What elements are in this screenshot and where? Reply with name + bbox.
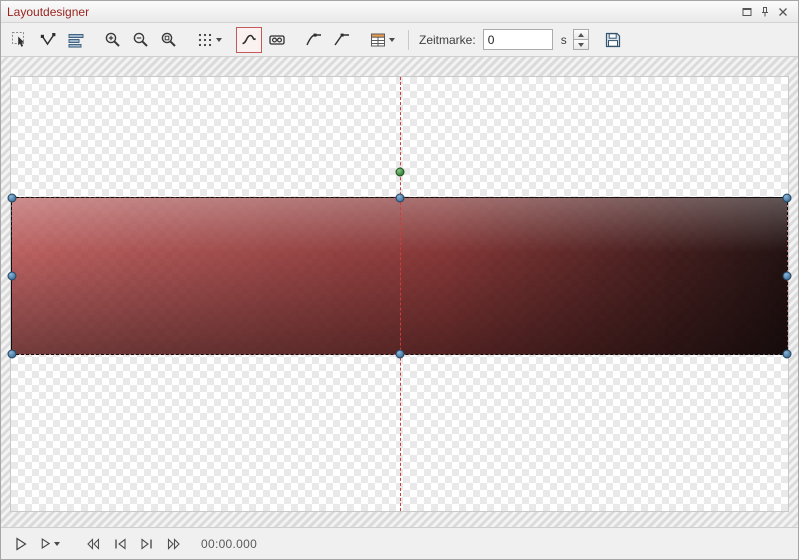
smooth-curve-icon: [305, 31, 323, 49]
resize-handle-top-center[interactable]: [395, 194, 404, 203]
close-icon: [777, 6, 789, 18]
camera-icon: [268, 31, 286, 49]
camera-pan-button[interactable]: [264, 27, 290, 53]
transport-bar: 00:00.000: [1, 527, 798, 559]
play-button[interactable]: [9, 532, 33, 556]
spinner-down-button[interactable]: [573, 40, 589, 50]
keyframe-table-icon: [369, 31, 387, 49]
play-icon: [13, 536, 29, 552]
curve-point-select-icon: [39, 31, 57, 49]
zeitmarke-unit: s: [561, 33, 567, 47]
smooth-curve-button[interactable]: [301, 27, 327, 53]
zoom-original-icon: [160, 31, 178, 49]
center-guide-line: [400, 77, 401, 511]
curve-point-select-button[interactable]: [35, 27, 61, 53]
play-small-icon: [39, 537, 52, 550]
grid-dropdown-caret-icon: [216, 38, 222, 42]
align-rows-button[interactable]: [63, 27, 89, 53]
resize-handle-bottom-center[interactable]: [395, 350, 404, 359]
motion-path-icon: [240, 31, 258, 49]
rotation-anchor-handle[interactable]: [395, 168, 404, 177]
select-tool-icon: [11, 31, 29, 49]
go-to-start-button[interactable]: [108, 532, 132, 556]
skip-back-icon: [85, 536, 101, 552]
save-button[interactable]: [600, 27, 626, 53]
toolbar-separator: [408, 30, 409, 50]
resize-handle-bottom-right[interactable]: [783, 350, 792, 359]
table-dropdown-caret-icon: [389, 38, 395, 42]
resize-handle-top-left[interactable]: [8, 194, 17, 203]
time-display: 00:00.000: [201, 537, 257, 551]
titlebar[interactable]: Layoutdesigner: [1, 1, 798, 23]
zoom-in-button[interactable]: [100, 27, 126, 53]
align-rows-icon: [67, 31, 85, 49]
zoom-in-icon: [104, 31, 122, 49]
layoutdesigner-window: Layoutdesigner: [0, 0, 799, 560]
save-icon: [604, 31, 622, 49]
skip-forward-button[interactable]: [162, 532, 186, 556]
resize-handle-bottom-left[interactable]: [8, 350, 17, 359]
grid-options-button[interactable]: [193, 27, 225, 53]
zeitmarke-label: Zeitmarke:: [419, 33, 476, 47]
motion-path-mode-button[interactable]: [236, 27, 262, 53]
spinner-down-icon: [578, 43, 584, 47]
linear-curve-button[interactable]: [329, 27, 355, 53]
canvas-surround: [1, 57, 798, 527]
play-options-button[interactable]: [36, 532, 63, 556]
resize-handle-middle-right[interactable]: [783, 272, 792, 281]
resize-handle-middle-left[interactable]: [8, 272, 17, 281]
linear-curve-icon: [333, 31, 351, 49]
play-dropdown-caret-icon: [54, 542, 60, 546]
zoom-original-button[interactable]: [156, 27, 182, 53]
keyframe-table-button[interactable]: [366, 27, 398, 53]
maximize-icon: [741, 6, 753, 18]
window-title: Layoutdesigner: [7, 5, 89, 19]
pin-icon: [759, 6, 771, 18]
spinner-up-icon: [578, 33, 584, 37]
toolbar: Zeitmarke: s: [1, 23, 798, 57]
spinner-up-button[interactable]: [573, 29, 589, 40]
go-to-end-button[interactable]: [135, 532, 159, 556]
resize-handle-top-right[interactable]: [783, 194, 792, 203]
zoom-out-button[interactable]: [128, 27, 154, 53]
skip-forward-icon: [166, 536, 182, 552]
zeitmarke-spinner: [573, 29, 589, 50]
close-button[interactable]: [774, 4, 792, 20]
zoom-out-icon: [132, 31, 150, 49]
skip-back-button[interactable]: [81, 532, 105, 556]
select-tool-button[interactable]: [7, 27, 33, 53]
go-to-start-icon: [112, 536, 128, 552]
maximize-button[interactable]: [738, 4, 756, 20]
go-to-end-icon: [139, 536, 155, 552]
zeitmarke-input[interactable]: [483, 29, 553, 50]
pin-button[interactable]: [756, 4, 774, 20]
layout-canvas[interactable]: [10, 76, 789, 512]
grid-icon: [196, 31, 214, 49]
